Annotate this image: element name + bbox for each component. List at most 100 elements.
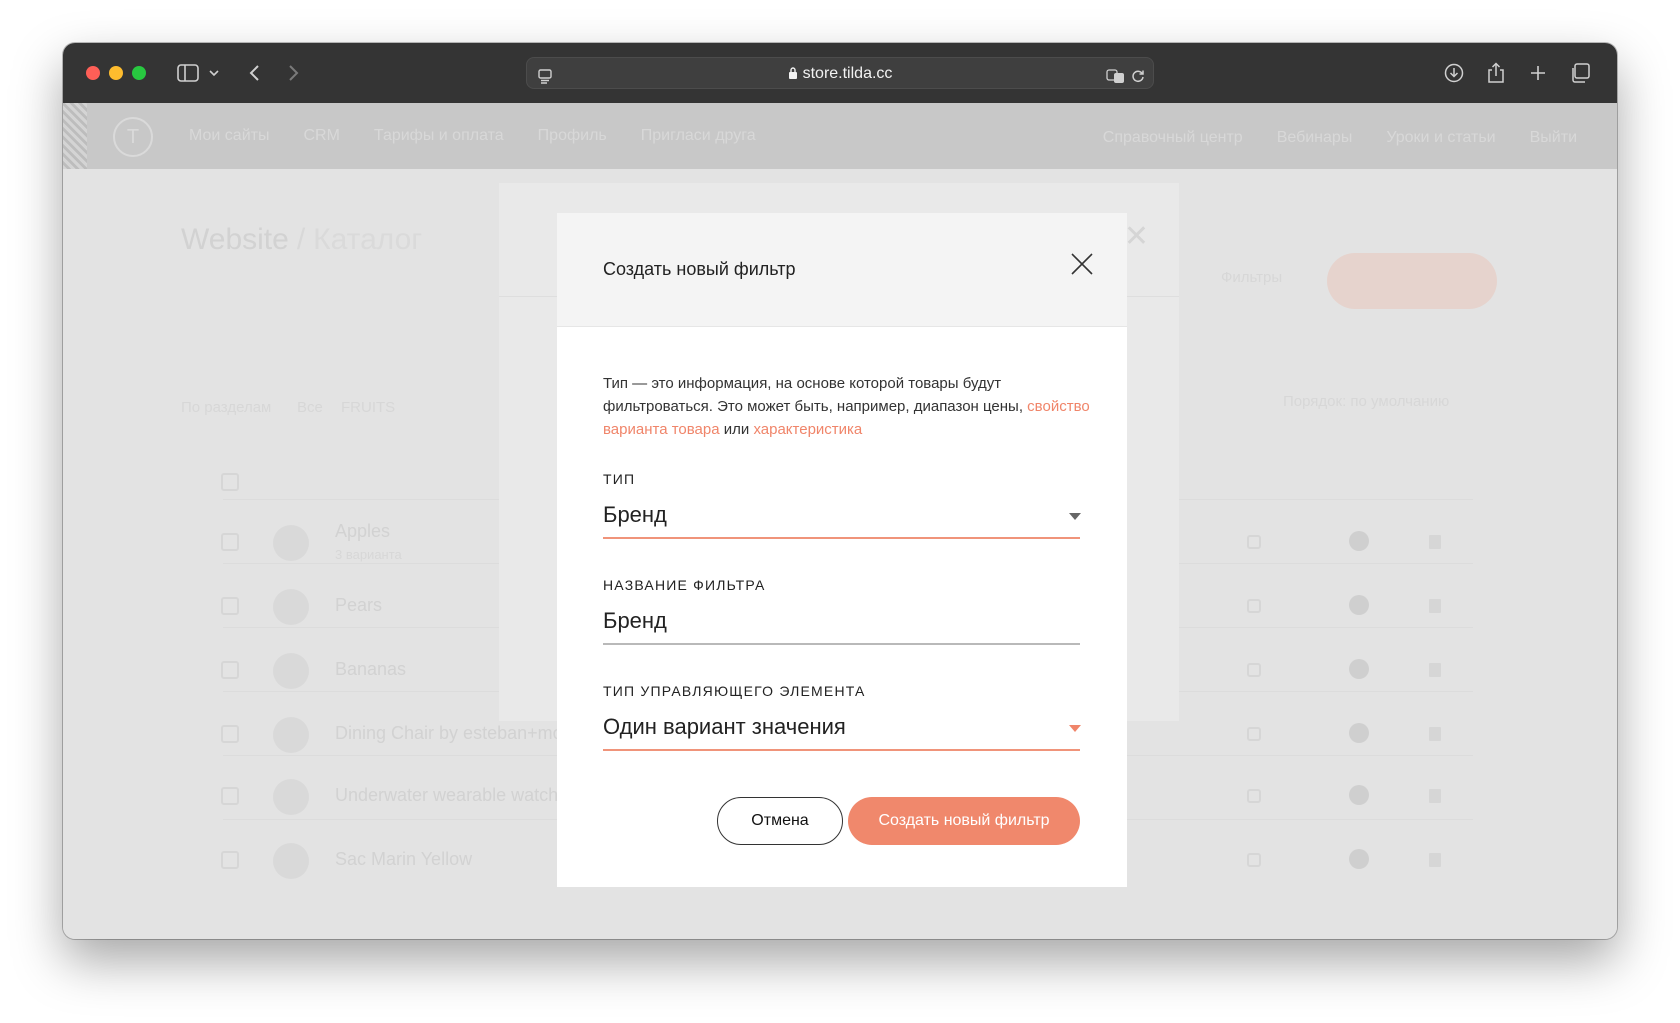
description-conjunction: или bbox=[723, 421, 750, 438]
url-text: store.tilda.cc bbox=[802, 65, 893, 82]
browser-toolbar: store.tilda.cc bbox=[63, 43, 1617, 103]
product-name[interactable]: Sac Marin Yellow bbox=[335, 849, 472, 870]
browser-window: store.tilda.cc T Мои сайты CRM Тарифы и … bbox=[63, 43, 1617, 939]
close-icon[interactable]: ✕ bbox=[1124, 219, 1149, 254]
chevron-down-icon[interactable] bbox=[1069, 725, 1081, 732]
nav-my-sites[interactable]: Мои сайты bbox=[189, 127, 269, 145]
copy-icon[interactable] bbox=[1247, 727, 1261, 741]
product-thumbnail bbox=[273, 843, 309, 879]
visibility-toggle[interactable] bbox=[1349, 849, 1369, 869]
product-name[interactable]: Bananas bbox=[335, 659, 406, 680]
zoom-window-button[interactable] bbox=[132, 66, 146, 80]
sort-select[interactable]: Порядок: по умолчанию bbox=[1283, 393, 1449, 410]
copy-icon[interactable] bbox=[1247, 599, 1261, 613]
copy-icon[interactable] bbox=[1247, 789, 1261, 803]
add-product-button[interactable] bbox=[1327, 253, 1497, 309]
row-checkbox[interactable] bbox=[221, 725, 239, 743]
back-icon[interactable] bbox=[245, 59, 263, 87]
nav-left-menu: Мои сайты CRM Тарифы и оплата Профиль Пр… bbox=[189, 127, 756, 145]
reload-icon[interactable] bbox=[1129, 62, 1147, 90]
nav-webinars[interactable]: Вебинары bbox=[1277, 129, 1353, 147]
modal-header: Создать новый фильтр bbox=[557, 213, 1127, 327]
product-name[interactable]: Apples bbox=[335, 521, 390, 542]
trash-icon[interactable] bbox=[1429, 663, 1441, 677]
row-checkbox[interactable] bbox=[221, 661, 239, 679]
product-name[interactable]: Underwater wearable watch bbox=[335, 785, 558, 806]
sidebar-icon[interactable] bbox=[175, 59, 201, 87]
section-fruits[interactable]: FRUITS bbox=[341, 399, 395, 416]
product-name[interactable]: Dining Chair by esteban+mon bbox=[335, 723, 573, 744]
app-background: T Мои сайты CRM Тарифы и оплата Профиль … bbox=[63, 103, 1617, 939]
nav-lessons[interactable]: Уроки и статьи bbox=[1386, 129, 1495, 147]
type-label: ТИП bbox=[603, 471, 636, 487]
minimize-window-button[interactable] bbox=[109, 66, 123, 80]
nav-decoration bbox=[63, 103, 87, 169]
nav-profile[interactable]: Профиль bbox=[538, 127, 607, 145]
trash-icon[interactable] bbox=[1429, 789, 1441, 803]
nav-invite[interactable]: Пригласи друга bbox=[641, 127, 756, 145]
trash-icon[interactable] bbox=[1429, 727, 1441, 741]
visibility-toggle[interactable] bbox=[1349, 531, 1369, 551]
copy-icon[interactable] bbox=[1247, 663, 1261, 677]
address-bar[interactable]: store.tilda.cc bbox=[526, 57, 1154, 89]
translate-icon[interactable] bbox=[1105, 62, 1127, 90]
product-thumbnail bbox=[273, 589, 309, 625]
catalog-name: Каталог bbox=[313, 223, 423, 256]
filter-name-input[interactable] bbox=[603, 599, 1080, 645]
description-text: Тип — это информация, на основе которой … bbox=[603, 375, 1023, 415]
trash-icon[interactable] bbox=[1429, 853, 1441, 867]
nav-plans[interactable]: Тарифы и оплата bbox=[374, 127, 504, 145]
new-tab-icon[interactable] bbox=[1527, 59, 1549, 87]
cancel-button[interactable]: Отмена bbox=[717, 797, 843, 845]
control-type-label: ТИП УПРАВЛЯЮЩЕГО ЭЛЕМЕНТА bbox=[603, 683, 866, 699]
site-name[interactable]: Website bbox=[181, 223, 289, 256]
create-filter-button[interactable]: Создать новый фильтр bbox=[848, 797, 1080, 845]
row-checkbox[interactable] bbox=[221, 597, 239, 615]
create-filter-modal: Создать новый фильтр Тип — это информаци… bbox=[557, 213, 1127, 887]
visibility-toggle[interactable] bbox=[1349, 595, 1369, 615]
modal-title: Создать новый фильтр bbox=[603, 259, 796, 279]
copy-icon[interactable] bbox=[1247, 853, 1261, 867]
close-icon[interactable] bbox=[1067, 249, 1097, 279]
share-icon[interactable] bbox=[1485, 59, 1507, 87]
nav-right-menu: Справочный центр Вебинары Уроки и статьи… bbox=[1103, 129, 1577, 147]
title-separator: / bbox=[296, 223, 306, 256]
copy-icon[interactable] bbox=[1247, 535, 1261, 549]
trash-icon[interactable] bbox=[1429, 599, 1441, 613]
section-all[interactable]: Все bbox=[297, 399, 323, 416]
lock-icon bbox=[788, 66, 798, 85]
row-checkbox[interactable] bbox=[221, 851, 239, 869]
modal-description: Тип — это информация, на основе которой … bbox=[603, 372, 1093, 441]
filter-name-label: НАЗВАНИЕ ФИЛЬТРА bbox=[603, 577, 766, 593]
select-all-checkbox[interactable] bbox=[221, 473, 239, 491]
filters-tab[interactable]: Фильтры bbox=[1221, 269, 1282, 286]
product-variants[interactable]: 3 варианта bbox=[335, 547, 402, 562]
product-name[interactable]: Pears bbox=[335, 595, 382, 616]
trash-icon[interactable] bbox=[1429, 535, 1441, 549]
visibility-toggle[interactable] bbox=[1349, 659, 1369, 679]
product-thumbnail bbox=[273, 779, 309, 815]
control-type-select[interactable] bbox=[603, 705, 1080, 751]
close-window-button[interactable] bbox=[86, 66, 100, 80]
page-title: Website / Каталог bbox=[181, 223, 422, 257]
row-checkbox[interactable] bbox=[221, 533, 239, 551]
product-thumbnail bbox=[273, 717, 309, 753]
section-filter-label: По разделам bbox=[181, 399, 272, 416]
nav-logout[interactable]: Выйти bbox=[1530, 129, 1577, 147]
forward-icon[interactable] bbox=[285, 59, 303, 87]
characteristic-link[interactable]: характеристика bbox=[753, 421, 862, 438]
tilda-logo[interactable]: T bbox=[113, 117, 153, 157]
row-checkbox[interactable] bbox=[221, 787, 239, 805]
nav-help-center[interactable]: Справочный центр bbox=[1103, 129, 1243, 147]
product-thumbnail bbox=[273, 653, 309, 689]
chevron-down-icon[interactable] bbox=[207, 59, 221, 87]
product-thumbnail bbox=[273, 525, 309, 561]
visibility-toggle[interactable] bbox=[1349, 785, 1369, 805]
download-icon[interactable] bbox=[1443, 59, 1465, 87]
top-navigation: T Мои сайты CRM Тарифы и оплата Профиль … bbox=[63, 103, 1617, 169]
type-select[interactable] bbox=[603, 493, 1080, 539]
visibility-toggle[interactable] bbox=[1349, 723, 1369, 743]
nav-crm[interactable]: CRM bbox=[303, 127, 339, 145]
chevron-down-icon[interactable] bbox=[1069, 513, 1081, 520]
tab-overview-icon[interactable] bbox=[1568, 59, 1592, 87]
